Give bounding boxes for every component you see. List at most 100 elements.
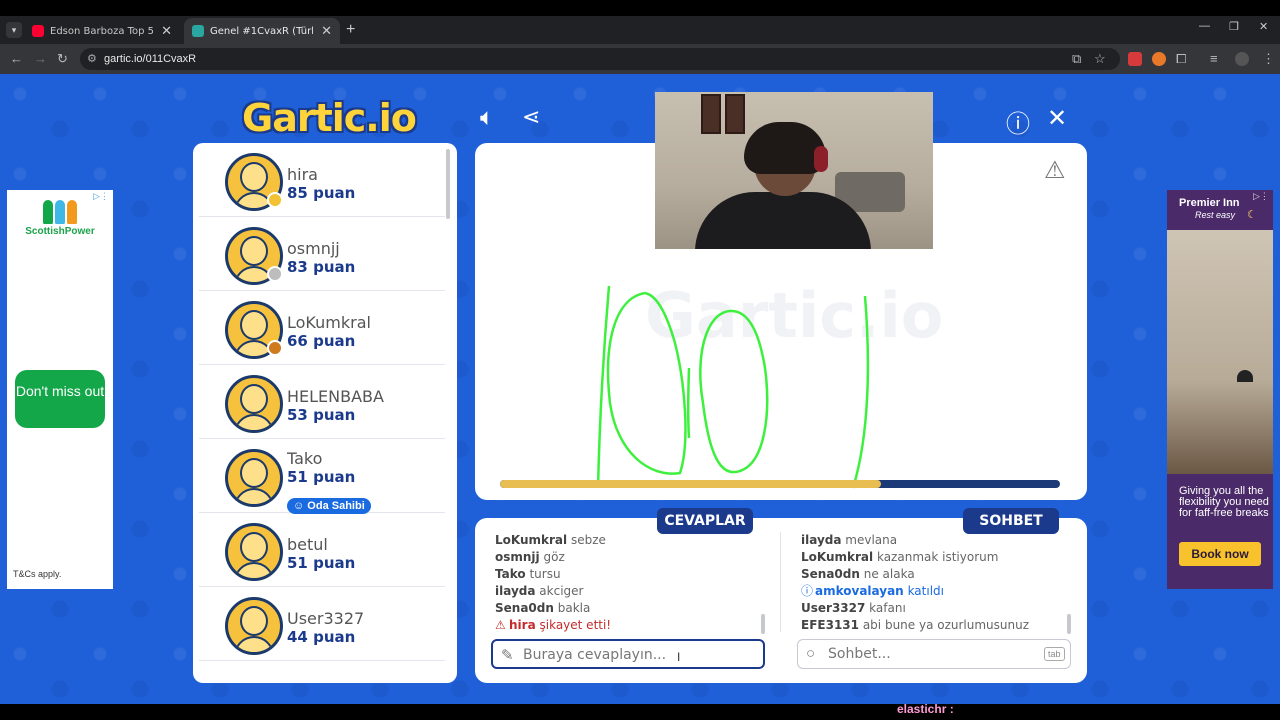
- bookmark-star-icon[interactable]: ☆: [1094, 51, 1106, 67]
- right-ad-banner[interactable]: ▷⋮ Premier Inn Rest easy ☾ Giving you al…: [1167, 190, 1273, 589]
- stream-bottom-bar: [0, 704, 1280, 720]
- drawing-stroke: [699, 309, 769, 474]
- info-icon[interactable]: ⓘ: [1006, 104, 1030, 139]
- close-tab-icon[interactable]: ✕: [161, 23, 172, 39]
- message-user[interactable]: Tako: [495, 567, 526, 581]
- player-row[interactable]: betul 51 puan: [199, 515, 445, 587]
- new-tab-button[interactable]: +: [346, 21, 355, 39]
- avatar-face: [240, 532, 268, 562]
- browser-tab-1[interactable]: Edson Barboza Top 5 Finishes - ✕: [24, 18, 180, 44]
- close-window-icon[interactable]: ✕: [1259, 20, 1268, 33]
- url-omnibox[interactable]: ⚙ gartic.io/011CvaxR: [80, 48, 1120, 70]
- message-user[interactable]: ilayda: [801, 533, 841, 547]
- message-text: katıldı: [907, 584, 944, 598]
- message-text: mevlana: [845, 533, 898, 547]
- player-row[interactable]: LoKumkral 66 puan: [199, 293, 445, 365]
- player-list-scrollbar[interactable]: [446, 149, 450, 219]
- browser-tab-2[interactable]: Genel #1CvaxR (Türkçe) - Gartic ✕: [184, 18, 340, 44]
- extensions-puzzle-icon[interactable]: ⧠: [1176, 51, 1186, 67]
- answers-scrollbar[interactable]: [761, 614, 765, 634]
- message-user[interactable]: osmnjj: [495, 550, 540, 564]
- chat-input[interactable]: [828, 644, 1028, 664]
- answer-input[interactable]: [523, 645, 723, 665]
- gartic-page: Gartic.io 🔈︎ ⋖ ⓘ ✕ ▷⋮ ScottishPower Don'…: [0, 74, 1280, 704]
- message-user[interactable]: ilayda: [495, 584, 535, 598]
- extension-icon[interactable]: [1128, 52, 1142, 66]
- player-row[interactable]: hira 85 puan: [199, 145, 445, 217]
- player-row[interactable]: User3327 44 puan: [199, 589, 445, 661]
- rank-medal-icon: [267, 266, 283, 282]
- message-user[interactable]: Sena0dn: [495, 601, 554, 615]
- tab-search-button[interactable]: ▾: [6, 22, 22, 38]
- panel-divider: [780, 532, 781, 632]
- player-score: 44 puan: [287, 628, 356, 646]
- message-user[interactable]: Sena0dn: [801, 567, 860, 581]
- minimize-icon[interactable]: —: [1199, 20, 1210, 32]
- back-arrow-icon[interactable]: ←: [10, 51, 23, 66]
- adchoices-icon[interactable]: ▷⋮: [93, 191, 109, 202]
- player-name: hira: [287, 165, 318, 184]
- chat-scrollbar[interactable]: [1067, 614, 1071, 634]
- answers-header: CEVAPLAR: [657, 508, 753, 534]
- player-name: LoKumkral: [287, 313, 371, 332]
- sound-icon[interactable]: 🔈︎: [480, 104, 494, 132]
- rank-medal-icon: [267, 340, 283, 356]
- message-user[interactable]: User3327: [801, 601, 865, 615]
- message-user[interactable]: hira: [509, 618, 536, 632]
- answer-input-box[interactable]: ✎: [491, 639, 765, 669]
- headset: [814, 146, 828, 172]
- pencil-icon: ✎: [501, 647, 514, 664]
- player-name: Tako: [287, 449, 323, 468]
- avatar-body: [234, 562, 274, 578]
- player-score: 51 puan: [287, 554, 356, 572]
- drawing-stroke: [606, 291, 687, 475]
- message-user[interactable]: LoKumkral: [495, 533, 567, 547]
- gartic-logo[interactable]: Gartic.io: [242, 96, 417, 140]
- player-avatar: [225, 523, 283, 581]
- profile-avatar-icon[interactable]: [1235, 52, 1249, 66]
- player-row[interactable]: osmnjj 83 puan: [199, 219, 445, 291]
- player-score: 51 puan: [287, 468, 356, 486]
- message-text: sebze: [570, 533, 606, 547]
- player-row[interactable]: HELENBABA 53 puan: [199, 367, 445, 439]
- youtube-favicon-icon: [32, 25, 44, 37]
- extension-icon[interactable]: [1152, 52, 1166, 66]
- media-controls-icon[interactable]: ≡: [1210, 51, 1218, 66]
- close-tab-icon[interactable]: ✕: [321, 23, 332, 39]
- exit-close-icon[interactable]: ✕: [1047, 104, 1067, 133]
- message-text: akciger: [539, 584, 584, 598]
- share-icon[interactable]: ⋖: [522, 104, 540, 130]
- report-warning-icon[interactable]: ⚠: [1044, 156, 1066, 185]
- left-ad-banner[interactable]: ▷⋮ ScottishPower Don't miss out T&Cs app…: [7, 190, 113, 589]
- player-score: 85 puan: [287, 184, 356, 202]
- book-now-button[interactable]: Book now: [1179, 542, 1261, 566]
- message-item: ⚠ hira şikayet etti!: [495, 617, 760, 634]
- answers-list: LoKumkral sebze osmnjj göz Tako tursu ilayd…: [495, 532, 760, 636]
- adchoices-icon[interactable]: ▷⋮: [1253, 191, 1269, 202]
- forward-arrow-icon[interactable]: →: [34, 51, 47, 66]
- install-app-icon[interactable]: ⧉: [1072, 51, 1081, 67]
- message-text: kafanı: [869, 601, 906, 615]
- reload-icon[interactable]: ↻: [57, 51, 68, 67]
- avatar-face: [240, 236, 268, 266]
- maximize-icon[interactable]: ❐: [1229, 20, 1239, 33]
- message-user[interactable]: amkovalayan: [815, 584, 904, 598]
- gartic-favicon-icon: [192, 25, 204, 37]
- message-user[interactable]: LoKumkral: [801, 550, 873, 564]
- ad-brand: ScottishPower: [25, 226, 95, 237]
- chrome-menu-icon[interactable]: ⋮: [1262, 51, 1275, 67]
- message-item: User3327 kafanı: [801, 600, 1066, 617]
- dont-miss-out-button[interactable]: Don't miss out: [15, 370, 105, 428]
- scottishpower-logo-icon: [55, 200, 65, 224]
- drawing-stroke: [851, 295, 870, 489]
- chat-input-box[interactable]: ○ tab: [797, 639, 1071, 669]
- site-info-icon[interactable]: ⚙: [87, 52, 97, 65]
- player-name: User3327: [287, 609, 365, 628]
- message-user[interactable]: EFE3131: [801, 618, 859, 632]
- avatar-face: [240, 310, 268, 340]
- avatar-face: [240, 384, 268, 414]
- player-row[interactable]: Tako 51 puan ☺ Oda Sahibi: [199, 441, 445, 514]
- message-item: Sena0dn bakla: [495, 600, 760, 617]
- ad-copy: Giving you all the flexibility you need …: [1179, 485, 1269, 519]
- lamp-icon: [1237, 370, 1253, 382]
